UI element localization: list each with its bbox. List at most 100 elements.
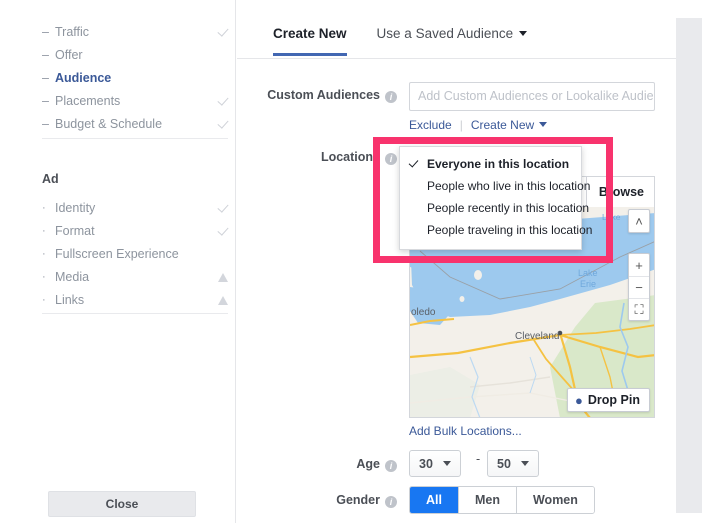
sidebar-item-label: Format [55,223,95,238]
check-icon [217,93,229,106]
map-label-erie: Erie [580,279,597,289]
map-zoom-in-button[interactable]: + [629,254,649,276]
browse-button[interactable]: Browse [585,177,654,207]
sidebar-item-offer[interactable]: – Offer [42,43,228,66]
app-root: – Traffic – Offer – Audience – Placements – Budge… [0,0,716,523]
age-max-value: 50 [497,456,511,471]
dropdown-item-label: Everyone in this location [427,157,570,171]
custom-audiences-input[interactable]: Add Custom Audiences or Lookalike Audien… [409,82,655,111]
sidebar-item-links[interactable]: · Links [42,288,228,311]
sidebar-item-label: Traffic [55,24,90,39]
bullet-icon: – [42,70,49,85]
tab-create-new[interactable]: Create New [273,26,347,56]
browse-button-label: Browse [598,184,644,199]
chevron-down-icon [519,30,528,36]
sidebar-item-status [212,200,229,215]
map-fullscreen-button[interactable]: ⛶ [629,298,649,320]
add-bulk-locations-link[interactable]: Add Bulk Locations... [409,424,522,438]
create-new-link[interactable]: Create New [471,118,534,132]
sidebar-divider-1 [42,138,228,139]
bullet-icon: – [42,93,49,108]
sidebar-item-label: Identity [55,200,96,215]
audience-tabs: Create New Use a Saved Audience [273,26,528,56]
map-zoom-control[interactable]: + − ⛶ [628,253,650,321]
dropdown-item-label: People traveling in this location [427,223,593,237]
check-icon [217,24,229,37]
location-type-dropdown[interactable]: Everyone in this location People who live… [399,146,592,250]
bullet-icon: – [42,116,49,131]
bullet-icon: · [42,270,46,283]
info-icon[interactable]: i [385,496,397,508]
exclude-link[interactable]: Exclude [409,118,452,132]
sidebar-item-label: Media [55,269,90,284]
age-max-select[interactable]: 50 [487,450,539,477]
gender-segmented-control[interactable]: All Men Women [409,486,595,514]
warning-icon [218,295,228,305]
gender-option-women[interactable]: Women [515,487,594,513]
sidebar-item-placements[interactable]: – Placements [42,89,229,112]
sidebar-item-status [212,24,229,39]
campaign-nav-list: – Traffic – Offer – Audience – Placements – Budge… [42,20,229,135]
warning-icon [218,272,228,282]
dropdown-item-3[interactable]: People traveling in this location [400,219,592,241]
dropdown-item-0[interactable]: Everyone in this location [400,153,581,175]
sidebar-item-label: Fullscreen Experience [55,246,179,261]
sidebar-item-fullscreen-experience[interactable]: · Fullscreen Experience [42,242,228,265]
sidebar-item-label: Budget & Schedule [55,116,163,131]
info-icon[interactable]: i [385,153,397,165]
bullet-icon: – [42,24,49,39]
info-icon[interactable]: i [385,460,397,472]
age-min-value: 30 [419,456,433,471]
sidebar-section-title-ad: Ad [42,172,59,186]
sidebar-item-budget-schedule[interactable]: – Budget & Schedule [42,112,229,135]
sidebar-item-media[interactable]: · Media [42,265,228,288]
map-pan-control[interactable]: ˄ [628,209,650,233]
dropdown-item-1[interactable]: People who live in this location [400,175,590,197]
sidebar-item-format[interactable]: · Format [42,219,229,242]
bullet-icon: – [42,47,49,62]
custom-audiences-sublinks: Exclude | Create New [409,118,548,132]
gender-label-text: Gender [336,493,380,507]
map-label-lake: Lake [578,268,598,278]
bullet-icon: · [42,293,46,306]
locations-label-text: Locations [320,150,380,164]
age-label-text: Age [356,457,380,471]
sidebar-item-identity[interactable]: · Identity [42,196,229,219]
sidebar-item-status [212,223,229,238]
main-panel: Create New Use a Saved Audience Custom A… [237,0,676,523]
dropdown-item-label: People recently in this location [427,201,590,215]
custom-audiences-label-text: Custom Audiences [267,88,380,102]
age-label: Age i [237,457,397,472]
dropdown-item-2[interactable]: People recently in this location [400,197,589,219]
chevron-down-icon[interactable] [539,121,548,127]
gender-option-all[interactable]: All [410,487,458,513]
sidebar-item-label: Placements [55,93,121,108]
tab-use-saved-audience-label: Use a Saved Audience [376,26,514,41]
map-pan-up-button[interactable]: ˄ [629,210,649,232]
drop-pin-label: Drop Pin [587,393,640,407]
sidebar-item-status [212,270,228,284]
age-min-select[interactable]: 30 [409,450,461,477]
sidebar-item-status [212,293,228,307]
sidebar-item-status [212,93,229,108]
sidebar-item-label: Audience [55,70,112,85]
bullet-icon: · [42,201,46,214]
sidebar-item-audience[interactable]: – Audience [42,66,228,89]
map-zoom-out-button[interactable]: − [629,276,649,298]
chevron-down-icon [442,461,451,466]
tab-use-saved-audience[interactable]: Use a Saved Audience [377,26,528,53]
map-label-cleveland: Cleveland [515,331,560,342]
dropdown-item-label: People who live in this location [427,179,591,193]
drop-pin-button[interactable]: ● Drop Pin [567,388,650,412]
gender-option-men[interactable]: Men [457,487,516,513]
custom-audiences-label: Custom Audiences i [237,88,397,103]
chevron-down-icon [520,461,529,466]
info-icon[interactable]: i [385,91,397,103]
close-button[interactable]: Close [48,491,196,517]
sidebar-item-traffic[interactable]: – Traffic [42,20,229,43]
tab-create-new-label: Create New [273,26,347,41]
sidebar-item-label: Links [55,292,85,307]
bullet-icon: · [42,224,46,237]
map-label-lake: Lake [602,212,621,222]
check-icon [217,200,229,213]
